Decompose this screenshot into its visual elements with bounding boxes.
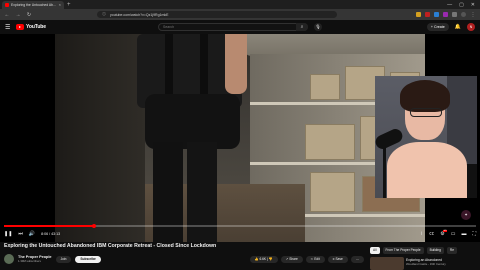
account-avatar[interactable]: N xyxy=(467,23,475,31)
save-label: Save xyxy=(335,256,343,261)
subscribe-button[interactable]: Subscribe xyxy=(75,255,101,263)
recommended-video[interactable]: Exploring an Abandoned Woodland Castle -… xyxy=(406,258,478,266)
archive-box xyxy=(310,74,340,100)
subscriber-count: 1.39M subscribers xyxy=(18,259,41,263)
url-text: youtube.com/watch?v=Qz1j9Rg1mkE xyxy=(110,12,169,17)
player-controls: ❚❚ ⏭ 🔊 8:06 / 43:13 ⏽ ㏄ ⚙ ▭ ▬ ⛶ xyxy=(4,228,476,240)
header-actions: + Create 🔔 N xyxy=(426,23,475,31)
next-icon[interactable]: ⏭ xyxy=(18,231,23,237)
cam-body xyxy=(387,142,467,198)
share-button[interactable]: ↗ Share xyxy=(280,255,303,263)
archive-box xyxy=(310,172,355,212)
menu-dots-icon[interactable]: ⋮ xyxy=(470,12,476,18)
search-input[interactable] xyxy=(163,25,293,29)
browser-tab-strip: Exploring the Untouched Ab... × + — ▢ ✕ xyxy=(0,0,480,9)
pause-icon[interactable]: ❚❚ xyxy=(4,231,12,237)
progress-bar[interactable] xyxy=(4,223,476,228)
new-tab-button[interactable]: + xyxy=(67,1,71,9)
maximize-button[interactable]: ▢ xyxy=(459,1,464,9)
recommended-channel: Woodland Castle - 19th Century xyxy=(406,262,446,266)
progress-fill xyxy=(4,225,94,227)
volume-icon[interactable]: 🔊 xyxy=(29,231,35,237)
channel-avatar[interactable] xyxy=(4,254,14,264)
settings-gear-icon[interactable]: ⚙ xyxy=(440,229,448,237)
search-box xyxy=(158,23,308,31)
chip-from-channel[interactable]: From The Proper People xyxy=(382,247,424,254)
extension-icon[interactable] xyxy=(443,12,448,17)
chip-building[interactable]: Building xyxy=(426,247,444,254)
video-title: Exploring the Untouched Abandoned IBM Co… xyxy=(4,243,217,249)
webcam-overlay xyxy=(375,76,477,198)
thumbs-down-icon[interactable]: 👎 xyxy=(269,257,273,261)
minimize-button[interactable]: — xyxy=(447,1,452,9)
extension-icons: ⋮ xyxy=(416,12,476,18)
like-count: 6.6K xyxy=(259,256,267,261)
logo-text: YouTube xyxy=(26,24,46,30)
address-bar: ← → ↻ ⓘ youtube.com/watch?v=Qz1j9Rg1mkE … xyxy=(0,9,480,20)
forward-icon[interactable]: → xyxy=(15,12,21,18)
share-label: Share xyxy=(289,256,298,261)
extension-icon[interactable] xyxy=(425,12,430,17)
related-filter-chips: All From The Proper People Building Re xyxy=(370,247,476,254)
close-window-button[interactable]: ✕ xyxy=(471,1,475,9)
url-field[interactable]: ⓘ youtube.com/watch?v=Qz1j9Rg1mkE xyxy=(97,11,337,18)
leg xyxy=(187,142,217,242)
video-actions: 👍 6.6K | 👎 ↗ Share ✂ Edit ≡ Save ⋯ xyxy=(249,255,364,263)
back-icon[interactable]: ← xyxy=(4,12,10,18)
cam-glasses xyxy=(410,108,442,117)
notifications-bell-icon[interactable]: 🔔 xyxy=(455,24,461,30)
microphone-icon[interactable]: 🎙 xyxy=(314,23,322,31)
join-button[interactable]: Join xyxy=(55,255,72,263)
youtube-logo[interactable]: YouTube xyxy=(16,24,46,30)
extension-icon[interactable] xyxy=(434,12,439,17)
channel-watermark-icon[interactable]: ✦ xyxy=(461,210,471,220)
archive-box xyxy=(305,124,355,160)
explorer-figure xyxy=(125,34,247,242)
leg xyxy=(153,142,183,242)
youtube-favicon-icon xyxy=(5,3,9,7)
tab-close-icon[interactable]: × xyxy=(59,3,61,7)
chip-all[interactable]: All xyxy=(370,247,380,254)
channel-info: The Proper People 1.39M subscribers xyxy=(18,255,52,263)
extension-icon[interactable] xyxy=(416,12,421,17)
recommended-thumbnail[interactable] xyxy=(370,257,404,270)
more-actions-button[interactable]: ⋯ xyxy=(350,255,364,263)
hamburger-menu-icon[interactable]: ☰ xyxy=(5,24,14,31)
youtube-play-icon xyxy=(16,24,24,30)
chip-related[interactable]: Re xyxy=(446,247,457,254)
video-player[interactable]: ✦ ❚❚ ⏭ 🔊 8:06 / 43:13 ⏽ ㏄ ⚙ ▭ ▬ ⛶ xyxy=(0,34,480,242)
player-controls-right: ⏽ ㏄ ⚙ ▭ ▬ ⛶ xyxy=(419,229,476,237)
channel-row: The Proper People 1.39M subscribers Join… xyxy=(4,252,364,266)
create-button[interactable]: + Create xyxy=(426,23,449,31)
site-info-icon[interactable]: ⓘ xyxy=(101,12,107,17)
puzzle-icon[interactable] xyxy=(452,12,457,17)
search-icon[interactable]: ⌕ xyxy=(296,23,308,31)
save-button[interactable]: ≡ Save xyxy=(327,255,348,263)
arm xyxy=(225,34,247,94)
autoplay-toggle-icon[interactable]: ⏽ xyxy=(419,231,423,237)
reload-icon[interactable]: ↻ xyxy=(26,12,32,18)
window-controls: — ▢ ✕ xyxy=(447,1,480,9)
tab-title: Exploring the Untouched Ab... xyxy=(11,3,56,7)
youtube-header: ☰ YouTube ⌕ 🎙 + Create 🔔 N xyxy=(0,20,480,34)
captions-icon[interactable]: ㏄ xyxy=(429,231,434,237)
theater-mode-icon[interactable]: ▬ xyxy=(461,231,466,237)
fullscreen-icon[interactable]: ⛶ xyxy=(472,231,476,237)
like-button[interactable]: 👍 6.6K | 👎 xyxy=(249,255,278,263)
miniplayer-icon[interactable]: ▭ xyxy=(451,231,456,237)
video-frame xyxy=(55,34,425,242)
profile-icon[interactable] xyxy=(461,12,466,17)
browser-tab[interactable]: Exploring the Untouched Ab... × xyxy=(2,1,64,9)
torso xyxy=(145,94,240,149)
time-display: 8:06 / 43:13 xyxy=(41,232,61,236)
edit-button[interactable]: ✂ Edit xyxy=(305,255,325,263)
edit-label: Edit xyxy=(314,256,320,261)
